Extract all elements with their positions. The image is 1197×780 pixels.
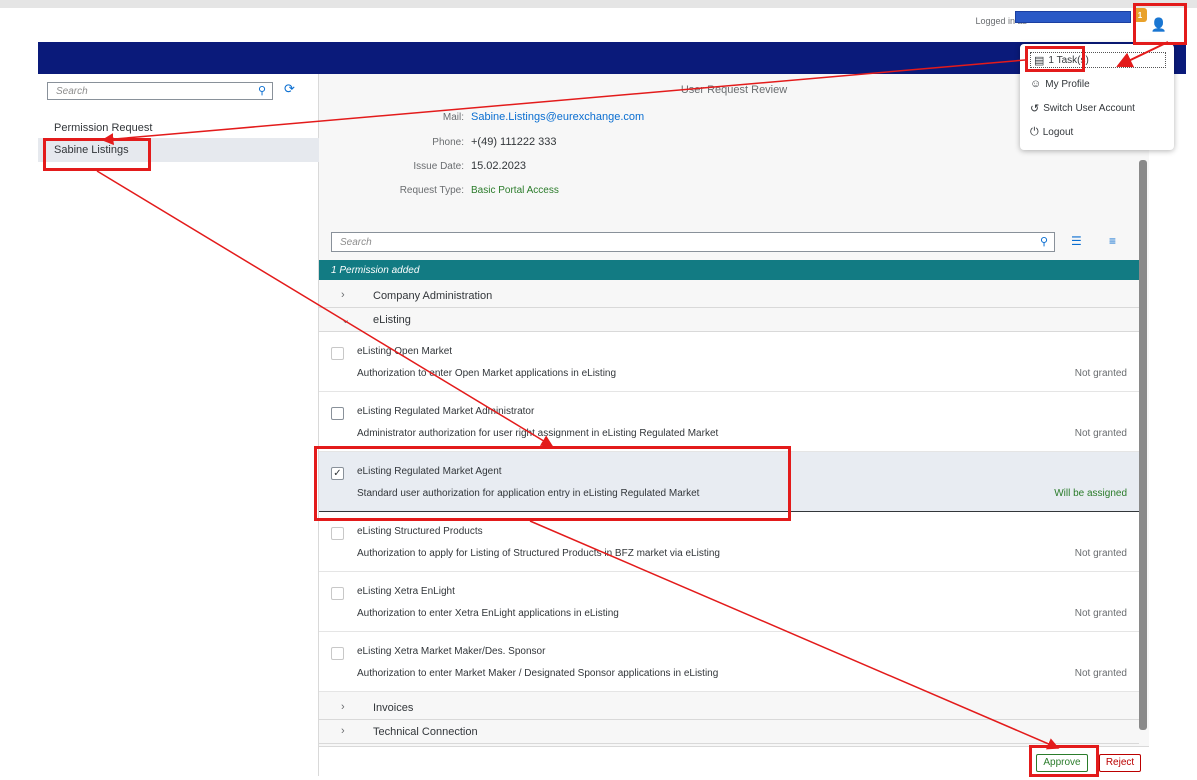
refresh-icon[interactable]: ⟳ — [284, 81, 295, 97]
request-list-sidebar: Search ⚲ ⟳ Permission Request Sabine Lis… — [38, 74, 319, 776]
reject-button[interactable]: Reject — [1099, 754, 1141, 772]
permission-search-input[interactable]: Search ⚲ — [331, 232, 1055, 252]
chevron-right-icon: › — [341, 289, 345, 301]
action-footer: Approve Reject — [319, 746, 1149, 776]
menu-item-profile[interactable]: ☺ My Profile — [1030, 78, 1090, 90]
permission-item-xetra-market-maker[interactable]: eListing Xetra Market Maker/Des. Sponsor… — [319, 632, 1139, 692]
power-icon: ⏻ — [1030, 126, 1039, 138]
app-window: Logged in as 1 👤 Search ⚲ ⟳ Permission R… — [0, 0, 1197, 780]
sidebar-section-title: Permission Request — [54, 122, 153, 134]
permission-summary-text: 1 Permission added — [331, 265, 420, 276]
group-elisting[interactable]: ⌄ eListing — [319, 308, 1139, 332]
switch-account-icon: ↺ — [1030, 103, 1040, 115]
sidebar-search-input[interactable]: Search ⚲ — [47, 82, 273, 100]
permission-checkbox[interactable] — [331, 347, 344, 360]
permission-title: eListing Open Market — [357, 346, 453, 357]
request-detail-panel: User Request Review Mail: Sabine.Listing… — [319, 74, 1149, 776]
permission-status: Will be assigned — [1054, 488, 1127, 499]
issue-date-label: Issue Date: — [413, 161, 464, 172]
permission-description: Administrator authorization for user rig… — [357, 428, 719, 439]
menu-item-logout[interactable]: ⏻ Logout — [1030, 126, 1073, 139]
permission-item-open-market[interactable]: eListing Open Market Authorization to en… — [319, 332, 1139, 392]
permission-title: eListing Structured Products — [357, 526, 483, 537]
group-label: Technical Connection — [373, 726, 478, 738]
permission-item-regulated-admin[interactable]: eListing Regulated Market Administrator … — [319, 392, 1139, 452]
user-name-redacted — [1015, 11, 1131, 23]
menu-item-label: Logout — [1042, 127, 1074, 138]
request-type-label: Request Type: — [399, 185, 464, 196]
permission-checkbox[interactable] — [331, 527, 344, 540]
chevron-right-icon: › — [341, 701, 345, 713]
group-technical-connection[interactable]: › Technical Connection — [319, 720, 1139, 744]
permission-title: eListing Regulated Market Administrator — [357, 406, 535, 417]
request-type-value: Basic Portal Access — [471, 185, 559, 196]
navigation-bar — [38, 42, 1186, 74]
group-company-administration[interactable]: › Company Administration — [319, 284, 1139, 308]
list-settings-icon[interactable]: ≡ — [1109, 234, 1116, 248]
permission-description: Authorization to apply for Listing of St… — [357, 548, 720, 559]
annotation-box-approve — [1029, 745, 1099, 777]
annotation-box-selected-permission — [314, 446, 791, 521]
permission-checkbox[interactable] — [331, 647, 344, 660]
menu-item-label: My Profile — [1045, 78, 1090, 90]
permission-item-structured-products[interactable]: eListing Structured Products Authorizati… — [319, 512, 1139, 572]
mail-label: Mail: — [442, 112, 464, 123]
permission-title: eListing Xetra Market Maker/Des. Sponsor — [357, 646, 546, 657]
permission-title: eListing Xetra EnLight — [357, 586, 455, 597]
permission-status: Not granted — [1074, 608, 1127, 619]
permission-search-placeholder: Search — [340, 237, 372, 248]
permission-summary-band: 1 Permission added — [319, 260, 1139, 280]
group-invoices[interactable]: › Invoices — [319, 696, 1139, 720]
permission-item-xetra-enlight[interactable]: eListing Xetra EnLight Authorization to … — [319, 572, 1139, 632]
menu-item-switch-account[interactable]: ↺ Switch User Account — [1030, 102, 1135, 115]
permission-description: Authorization to enter Xetra EnLight app… — [357, 608, 619, 619]
person-icon: ☺ — [1030, 78, 1042, 90]
permission-status: Not granted — [1074, 428, 1127, 439]
menu-item-label: Switch User Account — [1043, 103, 1135, 114]
permission-status: Not granted — [1074, 668, 1127, 679]
phone-label: Phone: — [432, 137, 464, 148]
chevron-right-icon: › — [341, 725, 345, 737]
permission-description: Authorization to enter Open Market appli… — [357, 368, 617, 379]
checklist-icon[interactable]: ☰ — [1071, 234, 1082, 248]
search-icon[interactable]: ⚲ — [258, 84, 266, 97]
group-label: Company Administration — [373, 290, 493, 302]
phone-value: +(49) 111222 333 — [471, 136, 557, 148]
group-label: Invoices — [373, 702, 414, 714]
browser-strip — [0, 0, 1197, 8]
permission-status: Not granted — [1074, 368, 1127, 379]
sidebar-search-placeholder: Search — [56, 86, 88, 97]
annotation-box-tasks — [1025, 46, 1085, 72]
permission-description: Authorization to enter Market Maker / De… — [357, 668, 719, 679]
annotation-box-user-button — [1133, 3, 1187, 45]
issue-date-value: 15.02.2023 — [471, 160, 527, 172]
annotation-box-sidebar-item — [43, 138, 151, 171]
scrollbar[interactable] — [1139, 160, 1147, 730]
search-icon[interactable]: ⚲ — [1040, 235, 1048, 248]
group-label: eListing — [373, 314, 411, 326]
permission-checkbox[interactable] — [331, 587, 344, 600]
permission-status: Not granted — [1074, 548, 1127, 559]
permission-checkbox[interactable] — [331, 407, 344, 420]
mail-link[interactable]: Sabine.Listings@eurexchange.com — [471, 111, 644, 123]
chevron-down-icon: ⌄ — [341, 314, 351, 326]
